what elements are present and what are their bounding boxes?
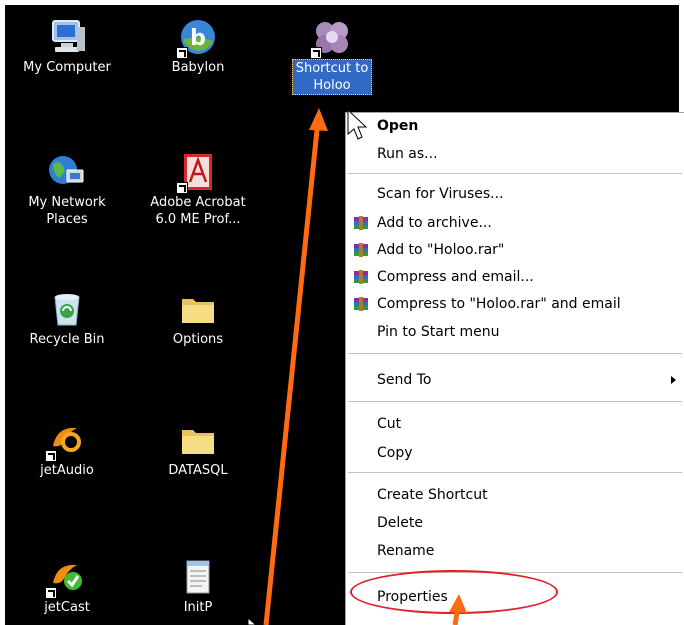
- folder-icon: [178, 420, 218, 460]
- desktop-icon-label: jetAudio: [40, 463, 94, 478]
- my-computer-icon: [47, 17, 87, 57]
- submenu-arrow-icon: [671, 376, 676, 384]
- recycle-bin-icon: [47, 289, 87, 329]
- desktop-icon-label: jetCast: [44, 600, 90, 615]
- notepad-icon: [178, 557, 218, 597]
- desktop-icon-shortcut-to-holoo[interactable]: Shortcut to Holoo: [267, 17, 397, 95]
- holoo-flower-icon: [310, 17, 352, 59]
- menu-item-label: Compress to "Holoo.rar" and email: [377, 296, 621, 312]
- desktop-icon-label: DATASQL: [168, 463, 228, 478]
- menu-separator: [348, 353, 682, 354]
- desktop-icon-adobe-acrobat[interactable]: Adobe Acrobat 6.0 ME Prof...: [133, 152, 263, 228]
- desktop-icon-my-network-places[interactable]: My Network Places: [5, 152, 132, 228]
- babylon-icon: b: [176, 17, 218, 59]
- desktop-icon-jetaudio[interactable]: jetAudio: [5, 420, 132, 479]
- desktop-icon-initp[interactable]: InitP: [133, 557, 263, 616]
- winrar-icon: [354, 297, 368, 311]
- desktop-icon-options[interactable]: Options: [133, 289, 263, 348]
- menu-item-scan-for-viruses[interactable]: Scan for Viruses...: [346, 181, 684, 207]
- desktop-icon-label: Babylon: [171, 60, 225, 75]
- desktop-icon-my-computer[interactable]: My Computer: [5, 17, 132, 76]
- menu-item-label: Add to "Holoo.rar": [377, 242, 505, 258]
- menu-separator: [348, 472, 682, 473]
- menu-item-compress-and-email[interactable]: Compress and email...: [346, 264, 684, 290]
- desktop-icon-babylon[interactable]: b Babylon: [133, 17, 263, 76]
- desktop-icon-label: My Network Places: [28, 195, 106, 227]
- menu-item-add-to-archive[interactable]: Add to archive...: [346, 210, 684, 236]
- menu-item-send-to[interactable]: Send To: [346, 367, 684, 393]
- menu-separator: [348, 572, 682, 573]
- shortcut-arrow-icon: [310, 47, 322, 59]
- desktop-icon-jetcast[interactable]: jetCast: [5, 557, 132, 616]
- desktop-icon-label: Shortcut to Holoo: [291, 59, 373, 95]
- menu-item-cut[interactable]: Cut: [346, 411, 684, 437]
- shortcut-arrow-icon: [45, 450, 57, 462]
- desktop-icon-label: Recycle Bin: [29, 332, 105, 347]
- winrar-icon: [354, 216, 368, 230]
- menu-item-label: Send To: [377, 372, 432, 388]
- menu-item-create-shortcut[interactable]: Create Shortcut: [346, 482, 684, 508]
- menu-separator: [348, 173, 682, 174]
- desktop-icon-label: InitP: [183, 600, 213, 615]
- desktop-icon-label: My Computer: [23, 60, 111, 75]
- context-menu: Open Run as... Scan for Viruses... Add t…: [345, 112, 684, 625]
- adobe-acrobat-icon: [176, 152, 218, 194]
- menu-item-label: Compress and email...: [377, 269, 534, 285]
- menu-item-open[interactable]: Open: [346, 113, 684, 139]
- jetcast-icon: [45, 557, 87, 599]
- menu-item-pin-to-start-menu[interactable]: Pin to Start menu: [346, 319, 684, 345]
- shortcut-arrow-icon: [176, 182, 188, 194]
- menu-item-run-as[interactable]: Run as...: [346, 141, 684, 167]
- menu-item-copy[interactable]: Copy: [346, 440, 684, 466]
- winrar-icon: [354, 270, 368, 284]
- menu-item-properties[interactable]: Properties: [346, 584, 684, 610]
- shortcut-arrow-icon: [45, 587, 57, 599]
- menu-item-rename[interactable]: Rename: [346, 538, 684, 564]
- desktop-icon-datasql[interactable]: DATASQL: [133, 420, 263, 479]
- menu-item-add-to-holoo-rar[interactable]: Add to "Holoo.rar": [346, 237, 684, 263]
- menu-item-compress-to-holoo-rar-and-email[interactable]: Compress to "Holoo.rar" and email: [346, 291, 684, 317]
- menu-separator: [348, 401, 682, 402]
- menu-item-delete[interactable]: Delete: [346, 510, 684, 536]
- network-places-icon: [47, 152, 87, 192]
- jetaudio-icon: [45, 420, 87, 462]
- shortcut-arrow-icon: [176, 47, 188, 59]
- menu-item-label: Add to archive...: [377, 215, 492, 231]
- svg-text:b: b: [190, 26, 206, 51]
- desktop-icon-label: Options: [172, 332, 224, 347]
- desktop-icon-label: Adobe Acrobat 6.0 ME Prof...: [150, 195, 246, 227]
- folder-icon: [178, 289, 218, 329]
- winrar-icon: [354, 243, 368, 257]
- desktop-icon-recycle-bin[interactable]: Recycle Bin: [5, 289, 132, 348]
